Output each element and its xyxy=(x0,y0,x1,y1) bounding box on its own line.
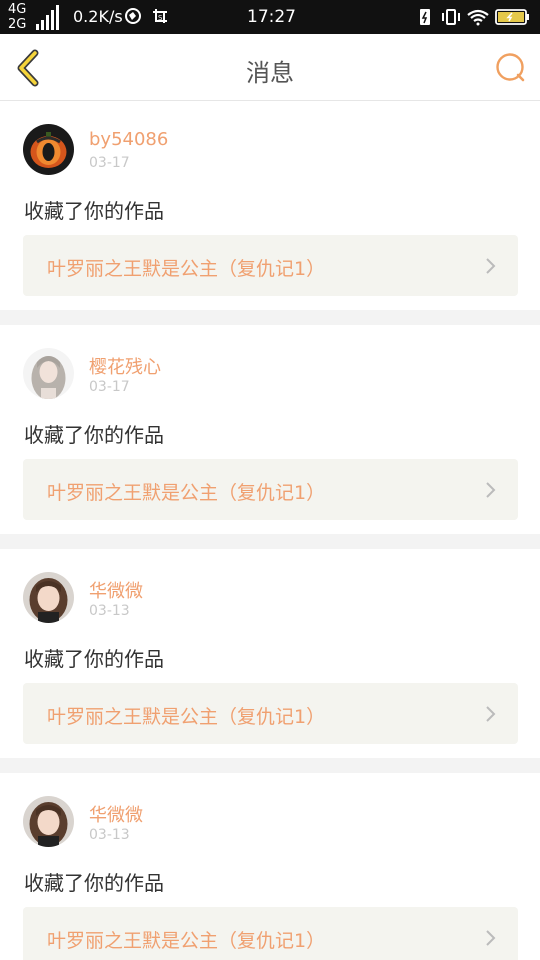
message-date: 03-13 xyxy=(89,603,130,619)
work-title: 叶罗丽之王默是公主（复仇记1） xyxy=(47,706,326,728)
message-action: 收藏了你的作品 xyxy=(24,871,164,895)
username[interactable]: by54086 xyxy=(89,129,168,150)
avatar[interactable] xyxy=(23,348,74,399)
network-type-bottom: 2G xyxy=(8,17,27,32)
avatar[interactable] xyxy=(23,796,74,847)
message-date: 03-13 xyxy=(89,827,130,843)
chevron-right-icon xyxy=(486,706,496,722)
svg-text:S: S xyxy=(158,14,163,22)
status-right-icons xyxy=(420,9,529,26)
network-type-top: 4G xyxy=(8,2,27,17)
username[interactable]: 华微微 xyxy=(89,801,143,827)
message-list: by54086 03-17 收藏了你的作品 叶罗丽之王默是公主（复仇记1） 樱花… xyxy=(0,101,540,960)
work-link[interactable]: 叶罗丽之王默是公主（复仇记1） xyxy=(23,459,518,520)
network-speed: 0.2K/s xyxy=(73,7,123,26)
clock: 17:27 xyxy=(247,7,296,27)
chevron-right-icon xyxy=(486,930,496,946)
work-link[interactable]: 叶罗丽之王默是公主（复仇记1） xyxy=(23,235,518,296)
wifi-icon xyxy=(467,9,489,26)
message-action: 收藏了你的作品 xyxy=(24,423,164,447)
work-title: 叶罗丽之王默是公主（复仇记1） xyxy=(47,930,326,952)
message-action: 收藏了你的作品 xyxy=(24,199,164,223)
battery-saver-icon xyxy=(420,9,430,25)
work-link[interactable]: 叶罗丽之王默是公主（复仇记1） xyxy=(23,907,518,960)
username[interactable]: 华微微 xyxy=(89,577,143,603)
signal-icon xyxy=(36,4,60,30)
divider xyxy=(0,310,540,325)
vpn-globe-icon xyxy=(125,8,141,24)
message-item: 樱花残心 03-17 收藏了你的作品 叶罗丽之王默是公主（复仇记1） xyxy=(0,325,540,534)
work-title: 叶罗丽之王默是公主（复仇记1） xyxy=(47,258,326,280)
work-title: 叶罗丽之王默是公主（复仇记1） xyxy=(47,482,326,504)
chevron-right-icon xyxy=(486,482,496,498)
header: 消息 xyxy=(0,34,540,101)
username[interactable]: 樱花残心 xyxy=(89,353,161,379)
screenshot-icon: S xyxy=(153,9,167,23)
chevron-right-icon xyxy=(486,258,496,274)
divider xyxy=(0,534,540,549)
page-title: 消息 xyxy=(246,59,294,87)
message-date: 03-17 xyxy=(89,155,130,171)
divider xyxy=(0,758,540,773)
work-link[interactable]: 叶罗丽之王默是公主（复仇记1） xyxy=(23,683,518,744)
message-action: 收藏了你的作品 xyxy=(24,647,164,671)
message-item: by54086 03-17 收藏了你的作品 叶罗丽之王默是公主（复仇记1） xyxy=(0,101,540,310)
battery-icon xyxy=(495,9,529,25)
vibrate-icon xyxy=(442,9,460,25)
status-bar: 4G 2G 0.2K/s S 17:27 xyxy=(0,0,540,34)
message-item: 华微微 03-13 收藏了你的作品 叶罗丽之王默是公主（复仇记1） xyxy=(0,549,540,758)
message-date: 03-17 xyxy=(89,379,130,395)
avatar[interactable] xyxy=(23,124,74,175)
message-item: 华微微 03-13 收藏了你的作品 叶罗丽之王默是公主（复仇记1） xyxy=(0,773,540,960)
avatar[interactable] xyxy=(23,572,74,623)
network-type: 4G 2G xyxy=(8,2,26,32)
search-icon[interactable] xyxy=(490,48,530,88)
